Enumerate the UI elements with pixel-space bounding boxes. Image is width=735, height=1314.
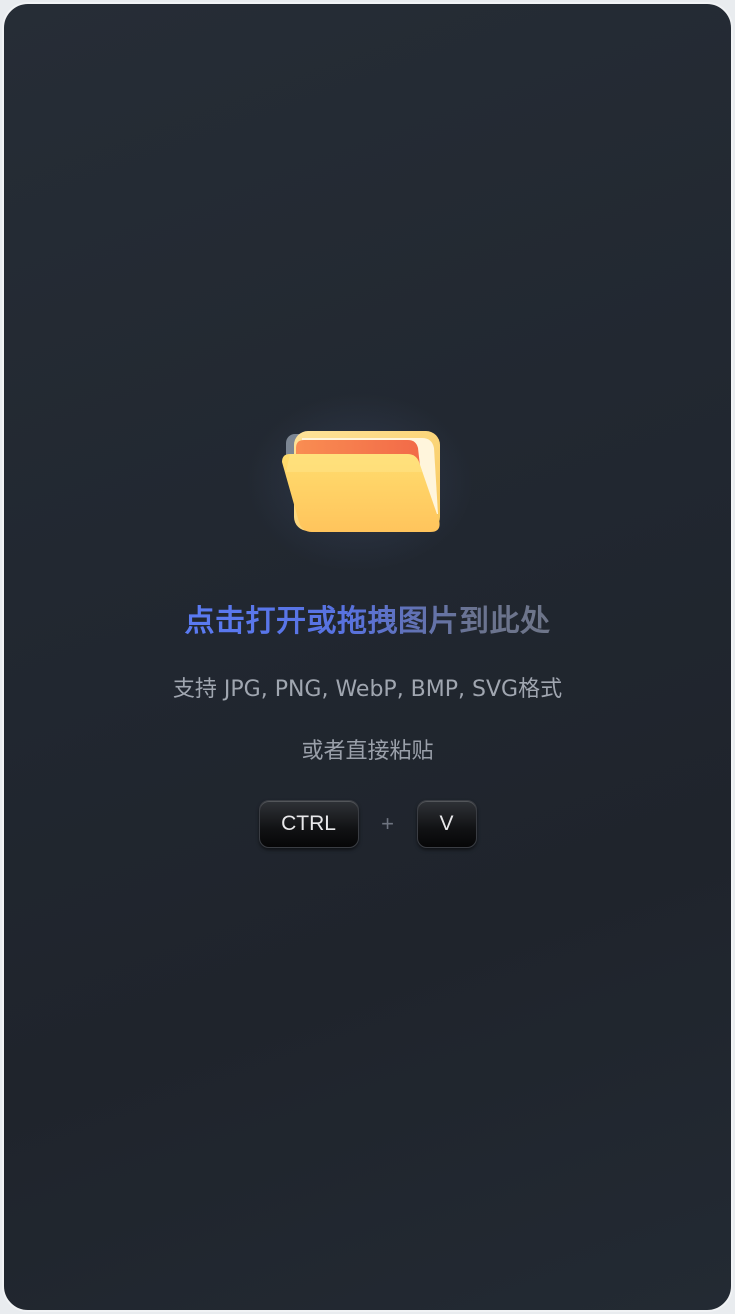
- v-key: V: [416, 800, 477, 848]
- folder-icon: [246, 392, 474, 572]
- shortcut-plus: +: [381, 811, 394, 836]
- app-window: 点击打开或拖拽图片到此处 支持 JPG, PNG, WebP, BMP, SVG…: [2, 2, 733, 1312]
- ctrl-key: CTRL: [258, 800, 359, 848]
- supported-formats-text: 支持 JPG, PNG, WebP, BMP, SVG格式: [172, 677, 563, 702]
- image-drop-zone[interactable]: 点击打开或拖拽图片到此处 支持 JPG, PNG, WebP, BMP, SVG…: [4, 4, 731, 1310]
- paste-hint-text: 或者直接粘贴: [301, 739, 434, 764]
- paste-shortcut: CTRL + V: [4, 800, 731, 848]
- drop-zone-title: 点击打开或拖拽图片到此处: [158, 600, 578, 644]
